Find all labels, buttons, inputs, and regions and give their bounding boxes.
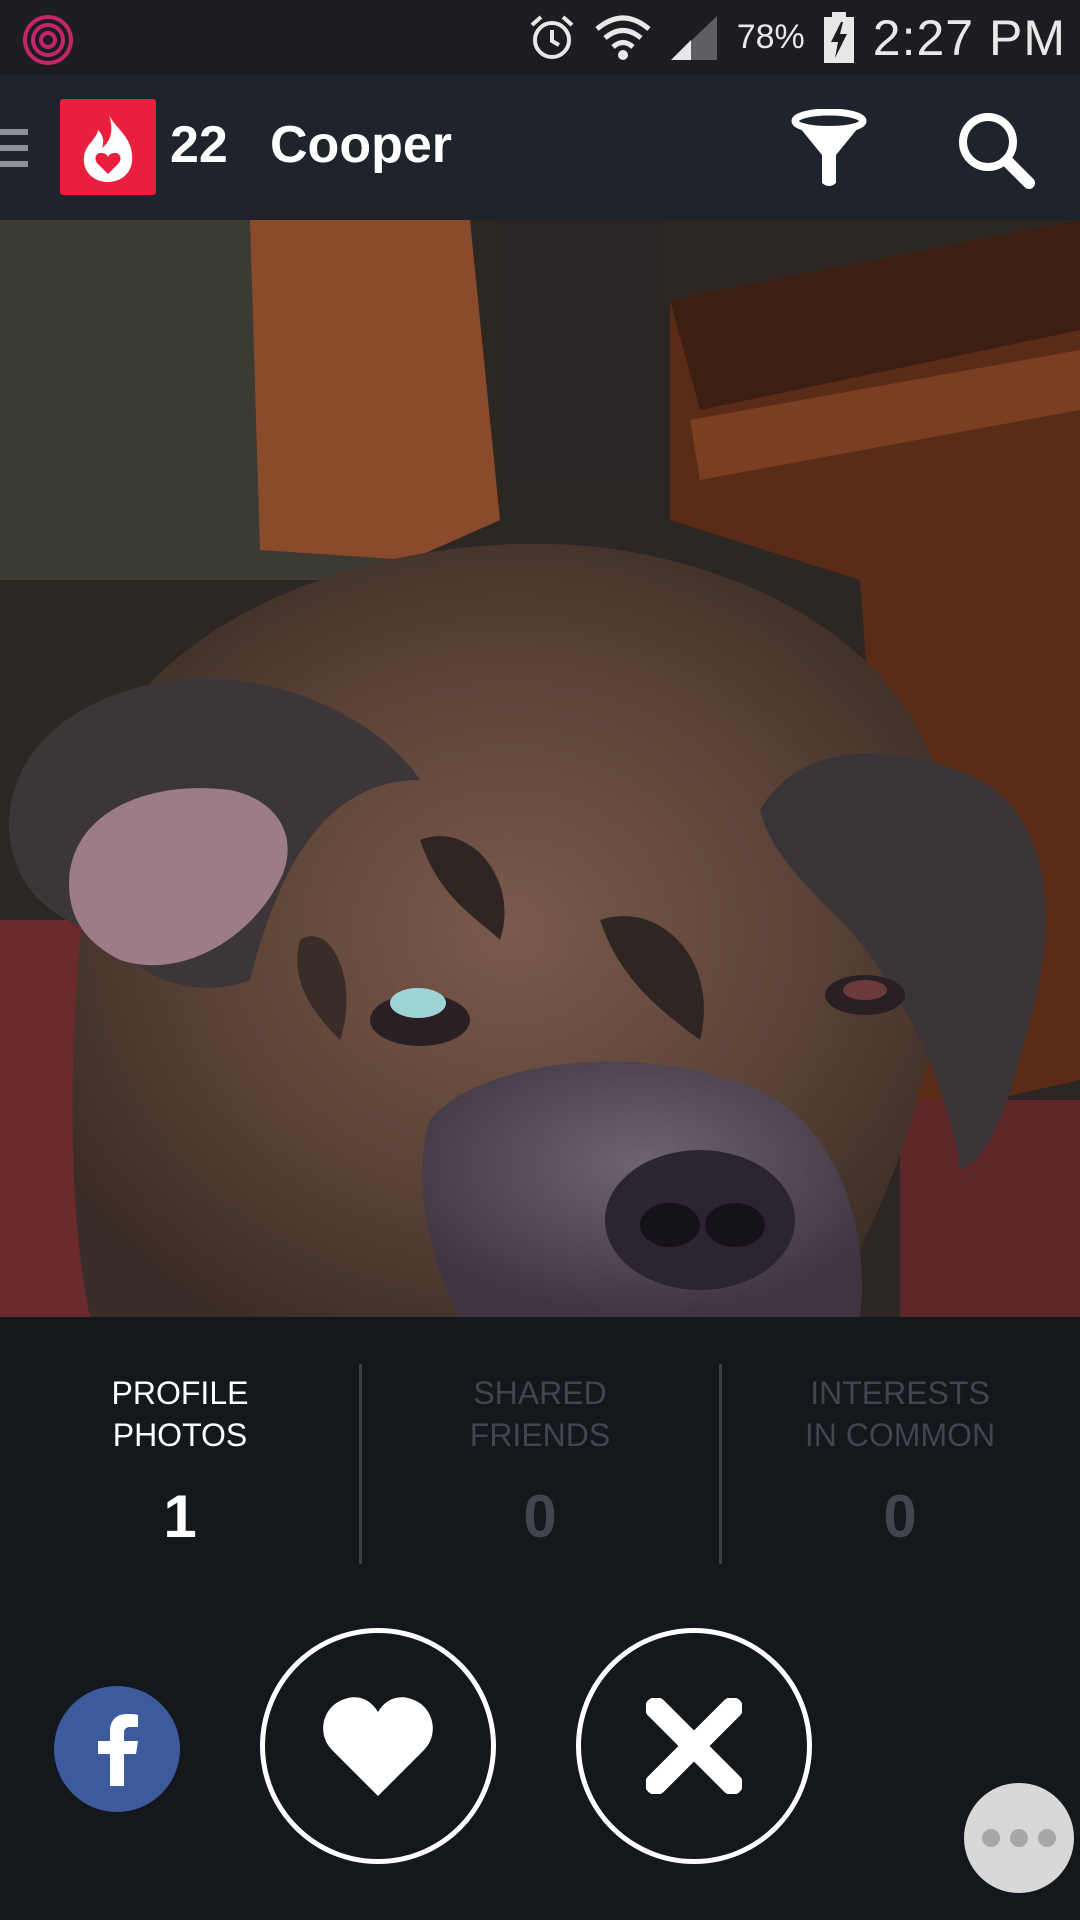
app-logo[interactable] xyxy=(60,99,156,195)
like-button[interactable] xyxy=(260,1628,496,1864)
dog-photo-image xyxy=(0,220,1080,1317)
facebook-icon xyxy=(98,1714,138,1786)
battery-charging-icon xyxy=(823,11,854,63)
profile-age: 22 xyxy=(170,116,228,174)
stat-shared-friends[interactable]: SHARED FRIENDS 0 xyxy=(359,1317,720,1597)
dislike-button[interactable] xyxy=(576,1628,812,1864)
facebook-button[interactable] xyxy=(54,1686,180,1812)
profile-stats: PROFILE PHOTOS 1 SHARED FRIENDS 0 INTERE… xyxy=(0,1317,1080,1597)
stat-value: 0 xyxy=(883,1483,917,1550)
filter-funnel-icon[interactable] xyxy=(790,109,868,189)
more-dots-icon xyxy=(982,1829,1000,1847)
stat-divider xyxy=(359,1364,362,1564)
heart-icon xyxy=(323,1697,433,1796)
stat-label: INTERESTS IN COMMON xyxy=(804,1375,996,1453)
stat-profile-photos[interactable]: PROFILE PHOTOS 1 xyxy=(0,1317,360,1597)
menu-icon[interactable] xyxy=(0,125,30,171)
stat-divider xyxy=(719,1364,722,1564)
app-notification-icon xyxy=(23,15,73,65)
close-icon xyxy=(646,1698,742,1794)
wifi-icon xyxy=(595,15,651,60)
search-icon[interactable] xyxy=(955,109,1035,189)
stat-value: 1 xyxy=(163,1483,197,1550)
flame-heart-logo-icon xyxy=(83,112,133,182)
battery-percent: 78% xyxy=(736,18,805,56)
app-header: 22 Cooper xyxy=(0,75,1080,220)
more-dots-icon xyxy=(1038,1829,1056,1847)
more-dots-icon xyxy=(1010,1829,1028,1847)
profile-name: Cooper xyxy=(270,116,452,174)
clock: 2:27 PM xyxy=(872,9,1066,66)
stat-label: SHARED FRIENDS xyxy=(469,1375,611,1453)
stat-interests-in-common[interactable]: INTERESTS IN COMMON 0 xyxy=(719,1317,1080,1597)
more-button[interactable] xyxy=(964,1783,1074,1893)
stat-value: 0 xyxy=(523,1483,557,1550)
profile-photo[interactable] xyxy=(0,220,1080,1317)
status-bar: 78% 2:27 PM xyxy=(0,0,1080,75)
stat-label: PROFILE PHOTOS xyxy=(111,1375,249,1453)
alarm-icon xyxy=(530,15,574,59)
signal-icon xyxy=(670,15,717,60)
